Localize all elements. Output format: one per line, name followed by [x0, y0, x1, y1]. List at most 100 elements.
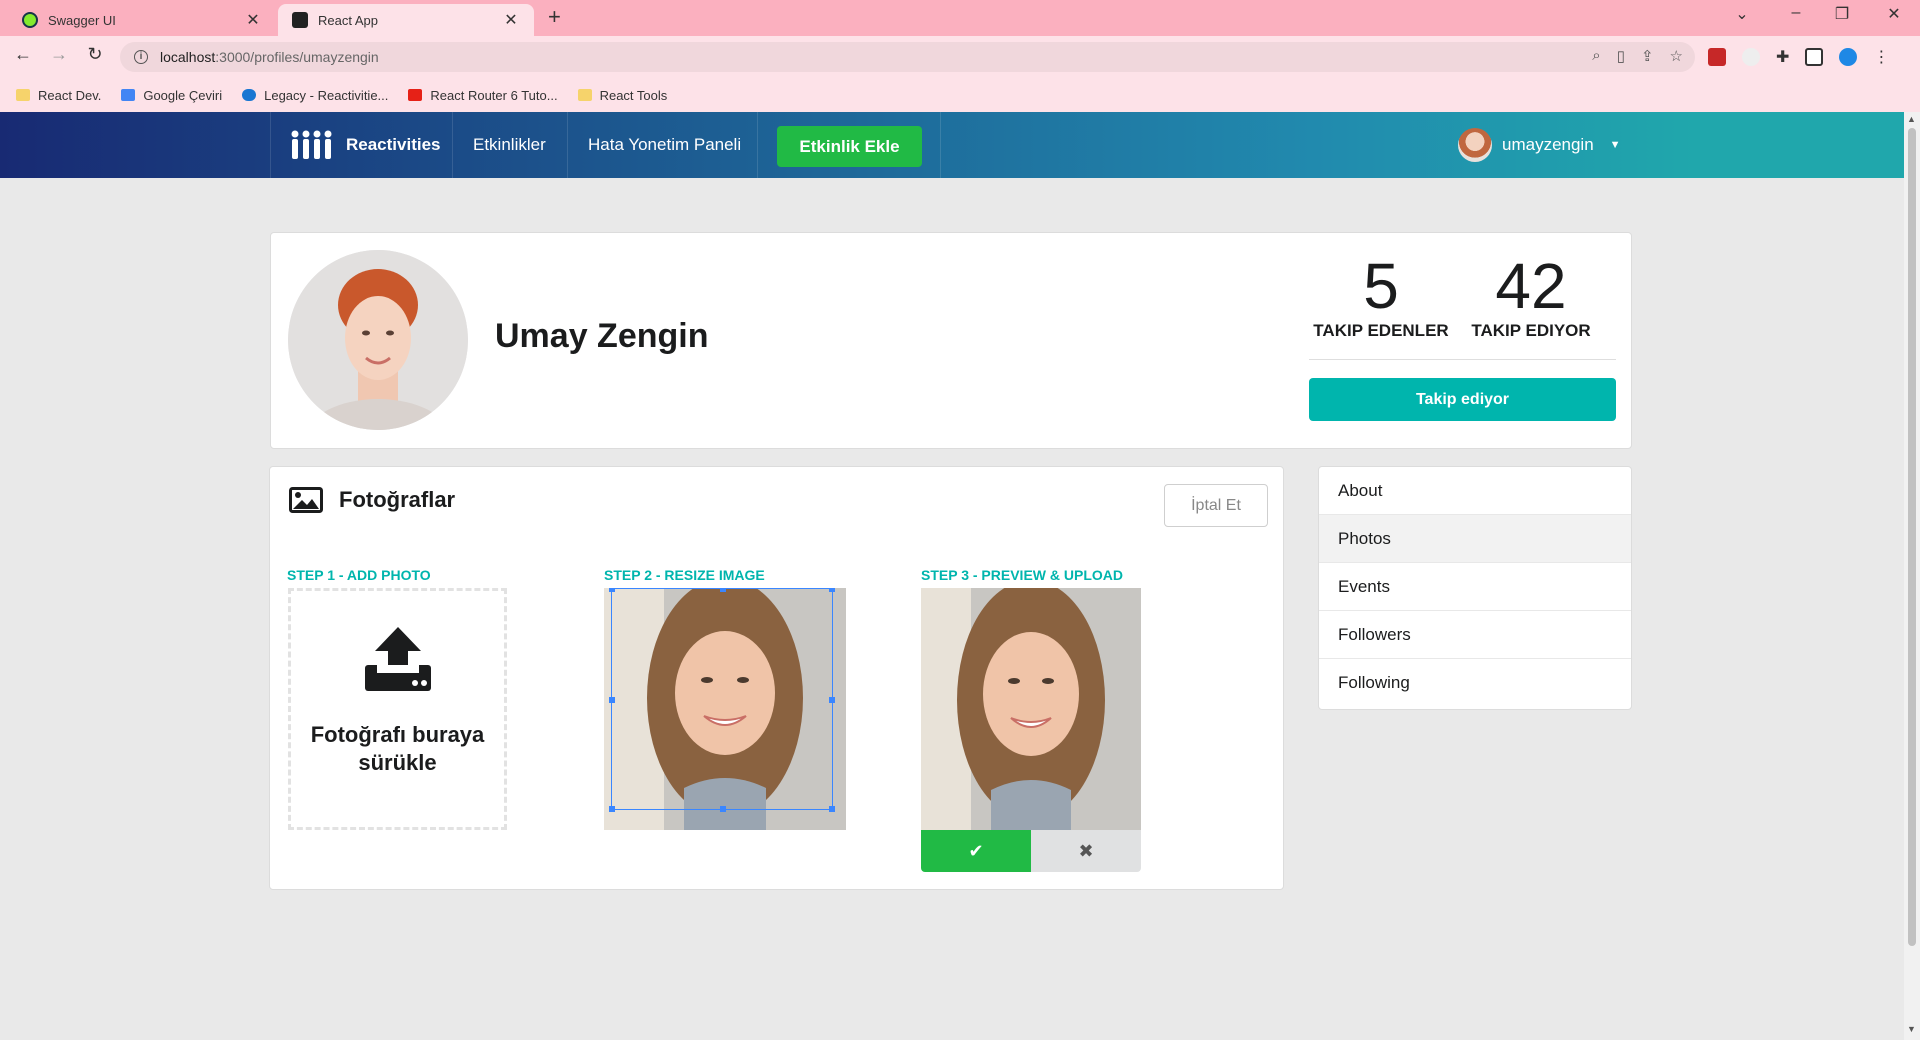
browser-tab-strip: Swagger UI ✕ React App ✕ + ⌄ – ❐ ✕	[0, 0, 1920, 36]
tab-title: Swagger UI	[48, 12, 116, 28]
close-window-icon[interactable]: ✕	[1874, 4, 1914, 24]
address-bar[interactable]: i localhost:3000/profiles/umayzengin ⌕ ▯…	[120, 42, 1695, 72]
nav-activities[interactable]: Etkinlikler	[473, 112, 546, 178]
menu-item-followers[interactable]: Followers	[1319, 611, 1631, 659]
tab-title: React App	[318, 12, 378, 28]
scrollbar-thumb[interactable]	[1908, 128, 1916, 946]
profile-name: Umay Zengin	[495, 317, 709, 355]
menu-kebab-icon[interactable]: ⋮	[1873, 47, 1889, 67]
followers-label: TAKIP EDENLER	[1313, 321, 1449, 340]
nav-divider	[567, 112, 568, 178]
profile-menu: About Photos Events Followers Following	[1318, 466, 1632, 710]
minimize-icon[interactable]: –	[1776, 4, 1816, 22]
crop-handle[interactable]	[720, 806, 726, 812]
dropzone-text: Fotoğrafı buraya sürükle	[311, 721, 485, 777]
scroll-down-icon[interactable]: ▼	[1907, 1024, 1916, 1034]
google-translate-icon	[121, 89, 136, 101]
url-host: localhost	[160, 49, 216, 65]
page-scrollbar[interactable]: ▲ ▼	[1904, 112, 1920, 1040]
photos-title: Fotoğraflar	[339, 487, 456, 512]
menu-item-about[interactable]: About	[1319, 467, 1631, 515]
profile-header: Umay Zengin 5 TAKIP EDENLER 42 TAKIP EDI…	[270, 232, 1632, 449]
tab-react-app[interactable]: React App ✕	[278, 4, 534, 36]
bookmark-star-icon[interactable]: ☆	[1670, 47, 1683, 65]
people-logo-icon	[291, 130, 332, 159]
bookmark-google-ceviri[interactable]: Google Çeviri	[121, 88, 222, 103]
bookmark-label: React Router 6 Tuto...	[430, 87, 558, 103]
tab-search-icon[interactable]: ⌄	[1722, 4, 1762, 24]
create-activity-button[interactable]: Etkinlik Ekle	[777, 126, 922, 167]
site-info-icon[interactable]: i	[134, 50, 148, 64]
swagger-favicon-icon	[22, 12, 38, 28]
crop-handle[interactable]	[829, 697, 835, 703]
following-statistic: 42 TAKIP EDIYOR	[1461, 251, 1601, 341]
close-tab-icon[interactable]: ✕	[244, 10, 262, 30]
user-menu[interactable]: umayzengin ▼	[1458, 128, 1621, 162]
url-path: :3000/profiles/umayzengin	[215, 49, 379, 65]
step-1-label: STEP 1 - ADD PHOTO	[287, 567, 431, 583]
photos-panel: Fotoğraflar İptal Et STEP 1 - ADD PHOTO …	[269, 466, 1284, 890]
username-label: umayzengin	[1502, 135, 1594, 154]
share-icon[interactable]: ⇪	[1641, 47, 1654, 65]
image-cropper[interactable]	[604, 588, 846, 830]
bookmark-label: Google Çeviri	[143, 87, 223, 103]
zoom-icon[interactable]: ⌕	[1592, 47, 1600, 65]
upload-icon	[364, 627, 431, 691]
bookmark-react-dev[interactable]: React Dev.	[16, 88, 101, 103]
nav-brand[interactable]: Reactivities	[290, 112, 441, 178]
checkmark-icon: ✔	[968, 840, 984, 861]
browser-toolbar: ← → ↻ i localhost:3000/profiles/umayzeng…	[0, 36, 1920, 78]
dropzone-text-line: sürükle	[358, 750, 437, 775]
page-icon[interactable]: ▯	[1617, 47, 1625, 65]
crop-handle[interactable]	[829, 806, 835, 812]
followers-count: 5	[1363, 250, 1399, 322]
nav-divider	[940, 112, 941, 178]
restore-icon[interactable]: ❐	[1822, 4, 1862, 24]
profile-avatar	[288, 250, 468, 430]
bookmark-label: Legacy - Reactivitie...	[264, 87, 389, 103]
side-panel-icon[interactable]	[1805, 48, 1824, 66]
nav-divider	[452, 112, 453, 178]
folder-icon	[577, 89, 592, 101]
crop-handle[interactable]	[609, 588, 615, 592]
bookmark-legacy-reactivities[interactable]: Legacy - Reactivitie...	[242, 88, 388, 103]
extensions-puzzle-icon[interactable]: ✚	[1776, 47, 1789, 67]
youtube-icon	[408, 89, 423, 101]
close-tab-icon[interactable]: ✕	[502, 10, 520, 30]
reload-icon[interactable]: ↻	[82, 44, 108, 65]
back-icon[interactable]: ←	[10, 44, 36, 65]
forward-icon[interactable]: →	[46, 44, 72, 65]
confirm-upload-button[interactable]: ✔	[921, 830, 1031, 872]
menu-item-following[interactable]: Following	[1319, 659, 1631, 707]
preview-image	[921, 588, 1141, 830]
cancel-button[interactable]: İptal Et	[1164, 484, 1268, 527]
discard-upload-button[interactable]: ✖	[1031, 830, 1141, 872]
menu-item-photos[interactable]: Photos	[1319, 515, 1631, 563]
profile-icon[interactable]	[1839, 48, 1858, 66]
crop-handle[interactable]	[829, 588, 835, 592]
crop-handle[interactable]	[609, 697, 615, 703]
menu-item-events[interactable]: Events	[1319, 563, 1631, 611]
caret-down-icon: ▼	[1609, 139, 1621, 151]
extension-red-icon[interactable]	[1708, 48, 1726, 66]
tab-swagger-ui[interactable]: Swagger UI ✕	[8, 4, 276, 36]
bookmark-react-tools[interactable]: React Tools	[577, 88, 667, 103]
new-tab-icon[interactable]: +	[548, 4, 561, 30]
crop-handle[interactable]	[609, 806, 615, 812]
follow-toggle-button[interactable]: Takip ediyor	[1309, 378, 1616, 421]
photos-header: Fotoğraflar	[289, 487, 455, 513]
extension-loader-icon[interactable]	[1742, 48, 1760, 66]
image-icon	[289, 487, 323, 513]
dropzone-text-line: Fotoğrafı buraya	[310, 722, 485, 747]
nav-error-panel[interactable]: Hata Yonetim Paneli	[588, 112, 741, 178]
crop-handle[interactable]	[720, 588, 726, 592]
step-2-label: STEP 2 - RESIZE IMAGE	[604, 567, 765, 583]
crop-selection[interactable]	[609, 588, 835, 812]
close-icon: ✖	[1078, 840, 1094, 861]
scroll-up-icon[interactable]: ▲	[1907, 114, 1916, 124]
brand-label: Reactivities	[346, 135, 441, 154]
photo-dropzone[interactable]: Fotoğrafı buraya sürükle	[288, 588, 507, 830]
cloud-icon	[242, 89, 257, 101]
avatar	[1458, 128, 1492, 162]
bookmark-react-router[interactable]: React Router 6 Tuto...	[408, 87, 558, 103]
